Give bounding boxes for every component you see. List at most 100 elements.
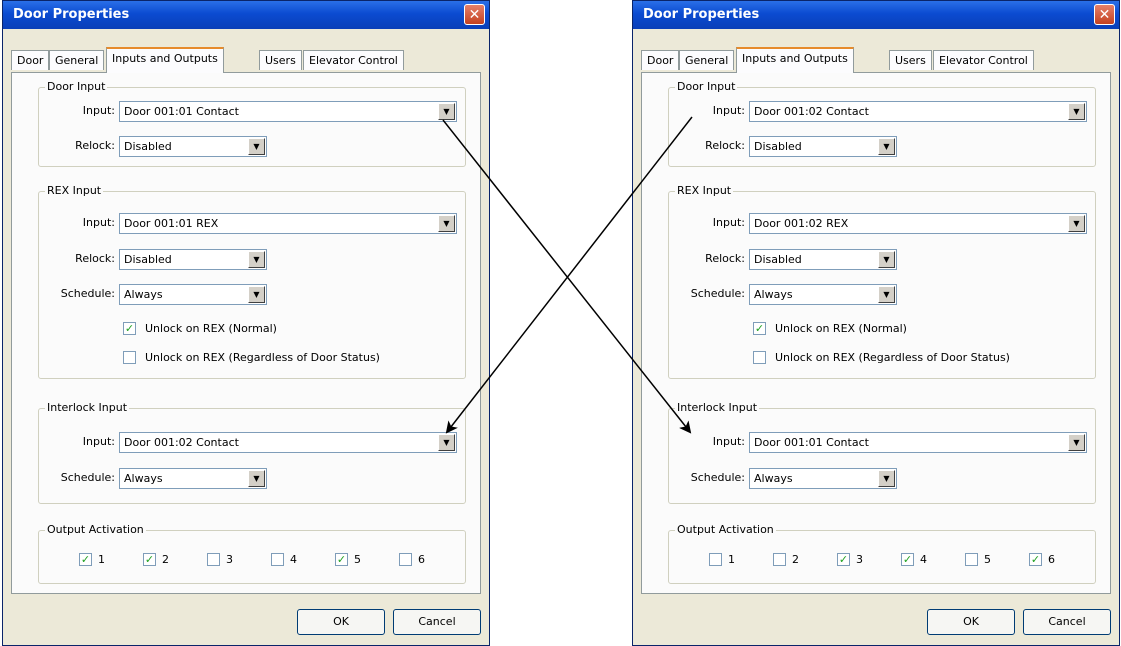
door-relock-select[interactable]: Disabled ▼ (119, 136, 267, 157)
output-6-label: 6 (1048, 553, 1055, 566)
selected-value: Door 001:02 REX (754, 217, 849, 230)
rex-relock-select[interactable]: Disabled ▼ (119, 249, 267, 270)
dialog-title: Door Properties (643, 7, 760, 22)
output-1-checkbox[interactable] (709, 553, 722, 566)
tab-users[interactable]: Users (889, 50, 932, 70)
interlock-input-select[interactable]: Door 001:01 Contact ▼ (749, 432, 1087, 453)
chevron-down-icon[interactable]: ▼ (878, 286, 895, 303)
selected-value: Always (754, 288, 793, 301)
rex-input-select[interactable]: Door 001:02 REX ▼ (749, 213, 1087, 234)
tab-strip: Door General Inputs and Outputs Users El… (641, 47, 1111, 73)
schedule-label: Schedule: (60, 287, 115, 300)
output-4-label: 4 (290, 553, 297, 566)
input-label: Input: (712, 435, 745, 448)
input-label: Input: (712, 216, 745, 229)
output-5-label: 5 (354, 553, 361, 566)
unlock-on-rex-normal-checkbox[interactable]: ✓ (123, 322, 136, 335)
chevron-down-icon[interactable]: ▼ (1068, 215, 1085, 232)
output-2-checkbox[interactable]: ✓ (143, 553, 156, 566)
door-input-select[interactable]: Door 001:01 Contact ▼ (119, 101, 457, 122)
output-5-checkbox[interactable] (965, 553, 978, 566)
cancel-button[interactable]: Cancel (393, 609, 481, 635)
tab-inputs-and-outputs[interactable]: Inputs and Outputs (736, 47, 854, 73)
group-label: Output Activation (675, 523, 776, 536)
tab-users[interactable]: Users (259, 50, 302, 70)
door-properties-dialog-right: Door Properties ✕ Door General Inputs an… (632, 0, 1120, 646)
chevron-down-icon[interactable]: ▼ (248, 470, 265, 487)
unlock-on-rex-regardless-label: Unlock on REX (Regardless of Door Status… (775, 351, 1010, 364)
output-2-label: 2 (792, 553, 799, 566)
interlock-schedule-select[interactable]: Always ▼ (119, 468, 267, 489)
tab-inputs-and-outputs[interactable]: Inputs and Outputs (106, 47, 224, 73)
selected-value: Door 001:01 Contact (754, 436, 869, 449)
chevron-down-icon[interactable]: ▼ (248, 138, 265, 155)
chevron-down-icon[interactable]: ▼ (438, 215, 455, 232)
tab-general[interactable]: General (679, 50, 735, 70)
group-label: Door Input (675, 80, 738, 93)
interlock-input-group: Interlock Input Input: Door 001:02 Conta… (38, 401, 466, 504)
output-2-label: 2 (162, 553, 169, 566)
ok-button[interactable]: OK (297, 609, 385, 635)
interlock-input-select[interactable]: Door 001:02 Contact ▼ (119, 432, 457, 453)
close-icon[interactable]: ✕ (464, 4, 485, 25)
output-4-checkbox[interactable] (271, 553, 284, 566)
door-relock-select[interactable]: Disabled ▼ (749, 136, 897, 157)
tab-elevator-control[interactable]: Elevator Control (303, 50, 404, 70)
chevron-down-icon[interactable]: ▼ (438, 103, 455, 120)
chevron-down-icon[interactable]: ▼ (878, 470, 895, 487)
door-input-group: Door Input Input: Door 001:02 Contact ▼ … (668, 80, 1096, 167)
unlock-on-rex-normal-checkbox[interactable]: ✓ (753, 322, 766, 335)
output-6-checkbox[interactable] (399, 553, 412, 566)
tab-door[interactable]: Door (641, 50, 680, 70)
chevron-down-icon[interactable]: ▼ (878, 138, 895, 155)
relock-label: Relock: (705, 139, 745, 152)
unlock-on-rex-normal-label: Unlock on REX (Normal) (145, 322, 277, 335)
ok-button[interactable]: OK (927, 609, 1015, 635)
output-5-checkbox[interactable]: ✓ (335, 553, 348, 566)
group-label: Interlock Input (45, 401, 130, 414)
tab-elevator-control[interactable]: Elevator Control (933, 50, 1034, 70)
chevron-down-icon[interactable]: ▼ (1068, 434, 1085, 451)
input-label: Input: (82, 104, 115, 117)
output-6-label: 6 (418, 553, 425, 566)
output-1-checkbox[interactable]: ✓ (79, 553, 92, 566)
interlock-schedule-select[interactable]: Always ▼ (749, 468, 897, 489)
chevron-down-icon[interactable]: ▼ (248, 251, 265, 268)
cancel-button[interactable]: Cancel (1023, 609, 1111, 635)
unlock-on-rex-regardless-checkbox[interactable] (123, 351, 136, 364)
rex-schedule-select[interactable]: Always ▼ (119, 284, 267, 305)
schedule-label: Schedule: (690, 287, 745, 300)
selected-value: Always (754, 472, 793, 485)
chevron-down-icon[interactable]: ▼ (438, 434, 455, 451)
tab-page: Door Input Input: Door 001:01 Contact ▼ … (11, 72, 481, 594)
output-6-checkbox[interactable]: ✓ (1029, 553, 1042, 566)
rex-input-select[interactable]: Door 001:01 REX ▼ (119, 213, 457, 234)
tab-door[interactable]: Door (11, 50, 50, 70)
rex-relock-select[interactable]: Disabled ▼ (749, 249, 897, 270)
group-label: REX Input (45, 184, 104, 197)
rex-schedule-select[interactable]: Always ▼ (749, 284, 897, 305)
unlock-on-rex-regardless-checkbox[interactable] (753, 351, 766, 364)
output-3-label: 3 (226, 553, 233, 566)
input-label: Input: (82, 435, 115, 448)
selected-value: Door 001:01 REX (124, 217, 219, 230)
output-3-checkbox[interactable] (207, 553, 220, 566)
door-input-group: Door Input Input: Door 001:01 Contact ▼ … (38, 80, 466, 167)
output-activation-group: Output Activation 1 2 ✓ 3 ✓ 4 5 ✓ 6 (668, 523, 1096, 584)
door-input-select[interactable]: Door 001:02 Contact ▼ (749, 101, 1087, 122)
relock-label: Relock: (705, 252, 745, 265)
selected-value: Always (124, 288, 163, 301)
output-5-label: 5 (984, 553, 991, 566)
selected-value: Door 001:02 Contact (754, 105, 869, 118)
group-label: REX Input (675, 184, 734, 197)
selected-value: Disabled (754, 253, 802, 266)
tab-general[interactable]: General (49, 50, 105, 70)
close-icon[interactable]: ✕ (1094, 4, 1115, 25)
output-2-checkbox[interactable] (773, 553, 786, 566)
selected-value: Disabled (124, 253, 172, 266)
output-4-checkbox[interactable]: ✓ (901, 553, 914, 566)
output-3-checkbox[interactable]: ✓ (837, 553, 850, 566)
chevron-down-icon[interactable]: ▼ (248, 286, 265, 303)
chevron-down-icon[interactable]: ▼ (878, 251, 895, 268)
chevron-down-icon[interactable]: ▼ (1068, 103, 1085, 120)
